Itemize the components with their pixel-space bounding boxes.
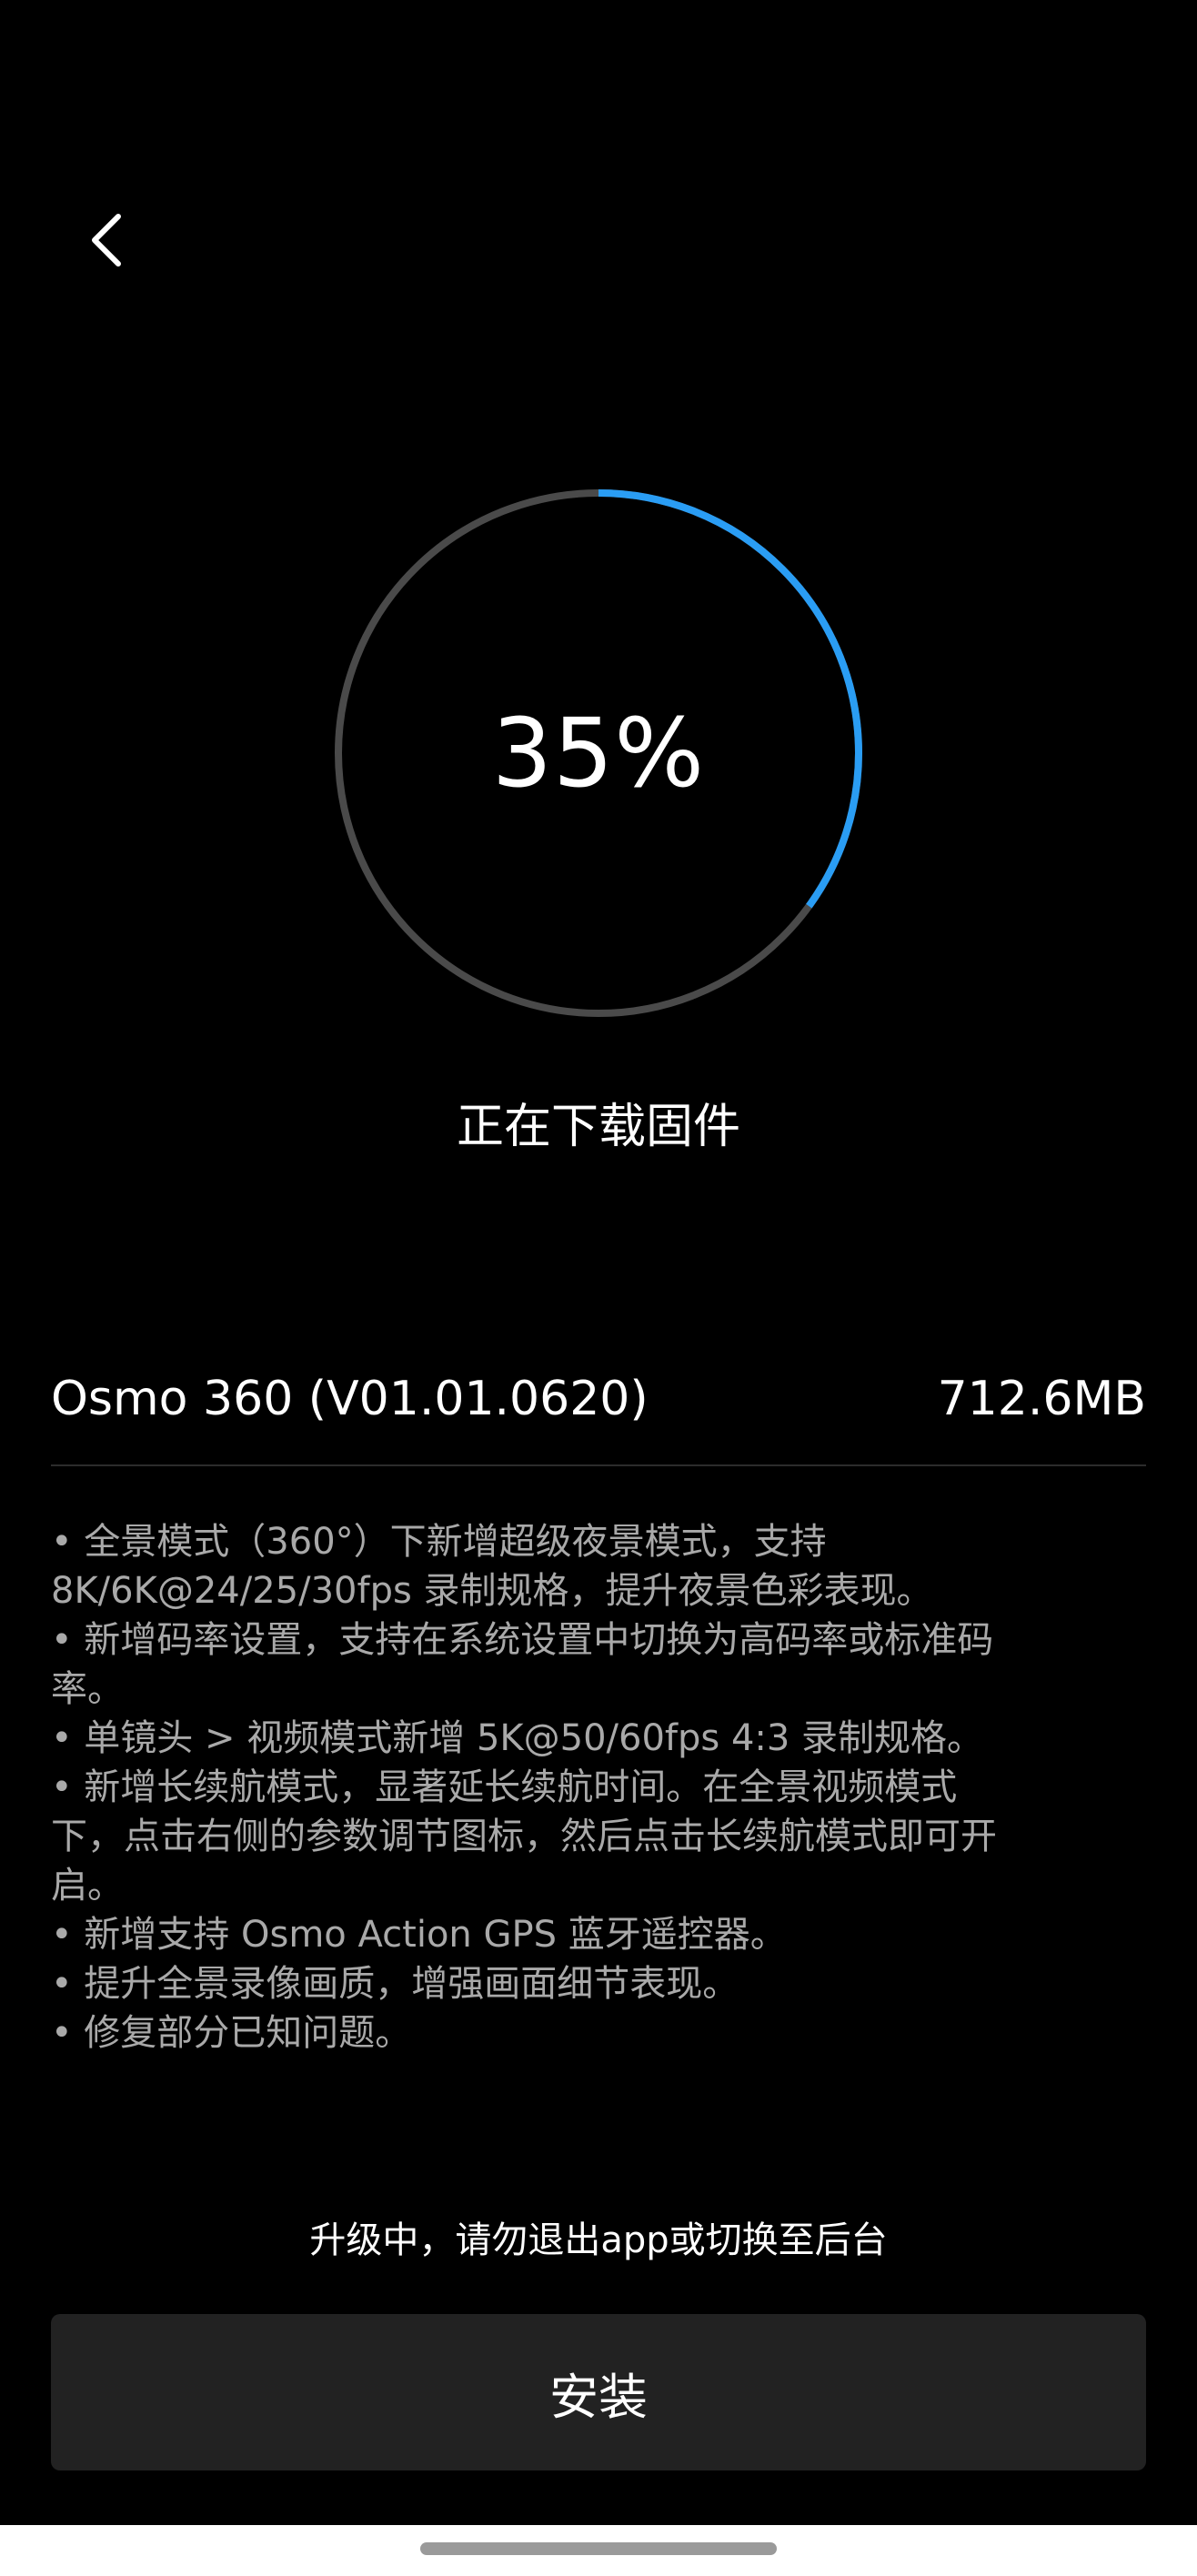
- release-note-line: • 修复部分已知问题。: [51, 2012, 412, 2054]
- release-note-line: 启。: [51, 1865, 124, 1907]
- chevron-left-icon: [92, 214, 121, 267]
- release-note-line: • 新增支持 Osmo Action GPS 蓝牙遥控器。: [51, 1914, 787, 1956]
- divider: [51, 1464, 1146, 1466]
- back-button[interactable]: [73, 207, 138, 273]
- release-note-line: • 单镜头 > 视频模式新增 5K@50/60fps 4:3 录制规格。: [51, 1717, 984, 1759]
- download-progress-ring: 35%: [333, 488, 864, 1019]
- install-button[interactable]: 安装: [51, 2314, 1146, 2470]
- release-note-line: 下，点击右侧的参数调节图标，然后点击长续航模式即可开: [51, 1816, 997, 1857]
- release-note-line: 率。: [51, 1668, 124, 1710]
- install-button-label: 安装: [549, 2368, 648, 2426]
- firmware-name: Osmo 360 (V01.01.0620): [51, 1372, 649, 1426]
- upgrade-warning: 升级中，请勿退出app或切换至后台: [309, 2219, 888, 2261]
- download-status: 正在下载固件: [456, 1100, 740, 1154]
- release-note-line: • 提升全景录像画质，增强画面细节表现。: [51, 1963, 739, 2005]
- release-note-line: • 新增长续航模式，显著延长续航时间。在全景视频模式: [51, 1766, 958, 1808]
- release-notes: • 全景模式（360°）下新增超级夜景模式，支持 8K/6K@24/25/30f…: [51, 1517, 1152, 2058]
- firmware-size: 712.6MB: [937, 1372, 1146, 1426]
- release-note-line: • 全景模式（360°）下新增超级夜景模式，支持: [51, 1521, 827, 1563]
- release-note-line: 8K/6K@24/25/30fps 录制规格，提升夜景色彩表现。: [51, 1570, 933, 1612]
- release-note-line: • 新增码率设置，支持在系统设置中切换为高码率或标准码: [51, 1619, 994, 1661]
- home-indicator[interactable]: [420, 2542, 777, 2555]
- firmware-info: Osmo 360 (V01.01.0620) 712.6MB: [51, 1372, 1146, 1426]
- progress-percent: 35%: [491, 698, 706, 809]
